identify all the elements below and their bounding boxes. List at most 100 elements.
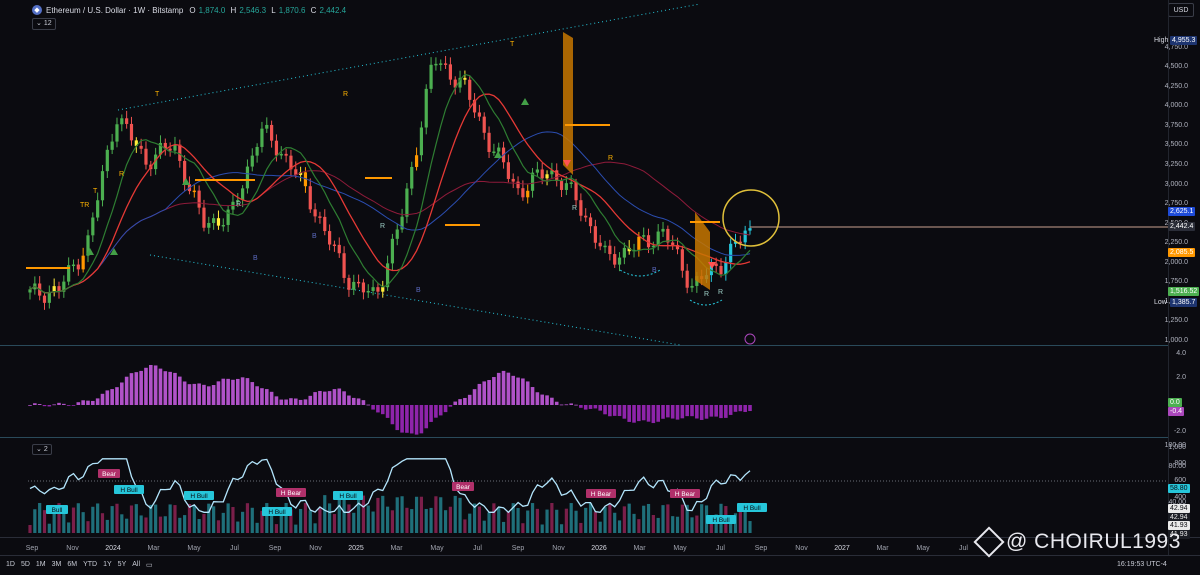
candle bbox=[265, 124, 269, 129]
price-tag: 2,625.1 bbox=[1168, 207, 1196, 216]
macd-bar bbox=[187, 384, 192, 405]
macd-bar bbox=[52, 404, 56, 406]
macd-bar bbox=[197, 383, 201, 405]
chart-canvas[interactable]: TRTTRRTRRBBRBRBR RBullBearH BullH BullH B… bbox=[0, 0, 1200, 575]
candle bbox=[241, 188, 245, 201]
macd-bar bbox=[293, 398, 298, 405]
macd-bar bbox=[550, 397, 554, 405]
signal-marker-bottom: R bbox=[380, 223, 385, 230]
macd-bar bbox=[540, 394, 545, 405]
tf-1m[interactable]: 1M bbox=[36, 561, 46, 569]
candle bbox=[318, 216, 322, 218]
events-icon bbox=[744, 333, 756, 345]
rsi-panel-toggle[interactable]: ⌄ 2 bbox=[32, 444, 52, 455]
tf-3m[interactable]: 3M bbox=[52, 561, 62, 569]
candle bbox=[506, 162, 510, 179]
macd-bar bbox=[327, 391, 332, 405]
tf-ytd[interactable]: YTD bbox=[83, 561, 97, 569]
candle bbox=[448, 64, 453, 80]
tf-1d[interactable]: 1D bbox=[6, 561, 15, 569]
clock[interactable]: 16:19:53 UTC-4 bbox=[1117, 561, 1167, 568]
macd-bar bbox=[612, 405, 617, 416]
candle bbox=[371, 287, 375, 291]
trendline-lower bbox=[149, 254, 681, 346]
candle bbox=[477, 112, 481, 117]
macd-bar bbox=[593, 405, 598, 409]
candle bbox=[110, 141, 114, 150]
date-range-icon[interactable]: ▭ bbox=[146, 561, 153, 569]
candle bbox=[212, 218, 216, 223]
rsi-value-tag: 41.93 bbox=[1168, 521, 1190, 530]
macd-bar bbox=[646, 405, 651, 422]
macd-bar bbox=[173, 372, 177, 405]
macd-bar bbox=[719, 405, 723, 419]
tf-6m[interactable]: 6M bbox=[67, 561, 77, 569]
watermark-text: @ CHOIRUL1993 bbox=[1006, 530, 1181, 553]
signal-marker-top: T bbox=[93, 188, 98, 195]
watermark: @ CHOIRUL1993 bbox=[973, 526, 1181, 558]
tf-5d[interactable]: 5D bbox=[21, 561, 30, 569]
macd-bar bbox=[347, 395, 351, 405]
candle bbox=[492, 151, 496, 154]
macd-bar bbox=[100, 393, 105, 405]
signal-marker-top: R bbox=[608, 155, 613, 162]
binance-logo-icon bbox=[973, 526, 1005, 558]
candle bbox=[410, 166, 414, 189]
time-tick: Sep bbox=[25, 545, 39, 552]
candle bbox=[202, 207, 206, 228]
candle bbox=[347, 277, 351, 290]
macd-bar bbox=[308, 395, 313, 405]
tf-all[interactable]: All bbox=[132, 561, 140, 569]
time-tick: Nov bbox=[66, 545, 79, 552]
price-tick: 2,750.0 bbox=[1164, 200, 1188, 208]
candle bbox=[395, 229, 399, 239]
ma-200-line bbox=[29, 161, 751, 294]
candle bbox=[569, 182, 573, 184]
macd-bar bbox=[608, 405, 612, 417]
macd-bar bbox=[690, 405, 694, 417]
volume-tick: 800 bbox=[1174, 460, 1186, 467]
candle bbox=[332, 244, 337, 247]
signal-marker-top: R bbox=[119, 171, 124, 178]
time-tick: 2027 bbox=[834, 545, 850, 552]
candle bbox=[81, 255, 85, 270]
rsi-tick: 100.00 bbox=[1164, 442, 1186, 449]
macd-bar bbox=[405, 405, 409, 433]
time-tick: Jul bbox=[959, 545, 968, 552]
candle bbox=[743, 230, 747, 243]
candle bbox=[584, 215, 588, 218]
signal-marker-bottom: R bbox=[704, 291, 709, 298]
candle bbox=[680, 249, 684, 271]
candle bbox=[96, 200, 100, 218]
candle bbox=[207, 222, 211, 228]
rsi-tick: 80.00 bbox=[1168, 463, 1186, 470]
macd-bar bbox=[487, 380, 491, 405]
candle bbox=[487, 132, 491, 152]
candle bbox=[729, 243, 733, 263]
macd-bar bbox=[699, 405, 704, 420]
macd-bar bbox=[76, 402, 81, 405]
macd-bar bbox=[284, 399, 288, 405]
candle bbox=[429, 64, 433, 89]
tf-1y[interactable]: 1Y bbox=[103, 561, 112, 569]
candle bbox=[579, 200, 583, 216]
price-tick: 4,000.0 bbox=[1164, 102, 1188, 110]
candle bbox=[559, 181, 564, 190]
candle bbox=[434, 63, 438, 66]
macd-bar bbox=[366, 404, 371, 406]
macd-bar bbox=[390, 405, 395, 425]
tf-5y[interactable]: 5Y bbox=[118, 561, 127, 569]
highlight-circle bbox=[722, 189, 780, 247]
cup-arc bbox=[689, 299, 723, 306]
candle bbox=[613, 254, 617, 265]
candle bbox=[323, 216, 327, 232]
macd-bar bbox=[28, 404, 32, 406]
macd-bar bbox=[521, 378, 525, 405]
timeframe-bar: 1D 5D 1M 3M 6M YTD 1Y 5Y All ▭ bbox=[6, 561, 153, 569]
macd-bar bbox=[685, 405, 689, 417]
low-value: 1,385.7 bbox=[1170, 298, 1198, 307]
candle bbox=[76, 264, 80, 270]
signal-marker-bottom: B bbox=[652, 267, 657, 274]
macd-bar bbox=[443, 405, 448, 413]
macd-bar bbox=[47, 405, 52, 407]
